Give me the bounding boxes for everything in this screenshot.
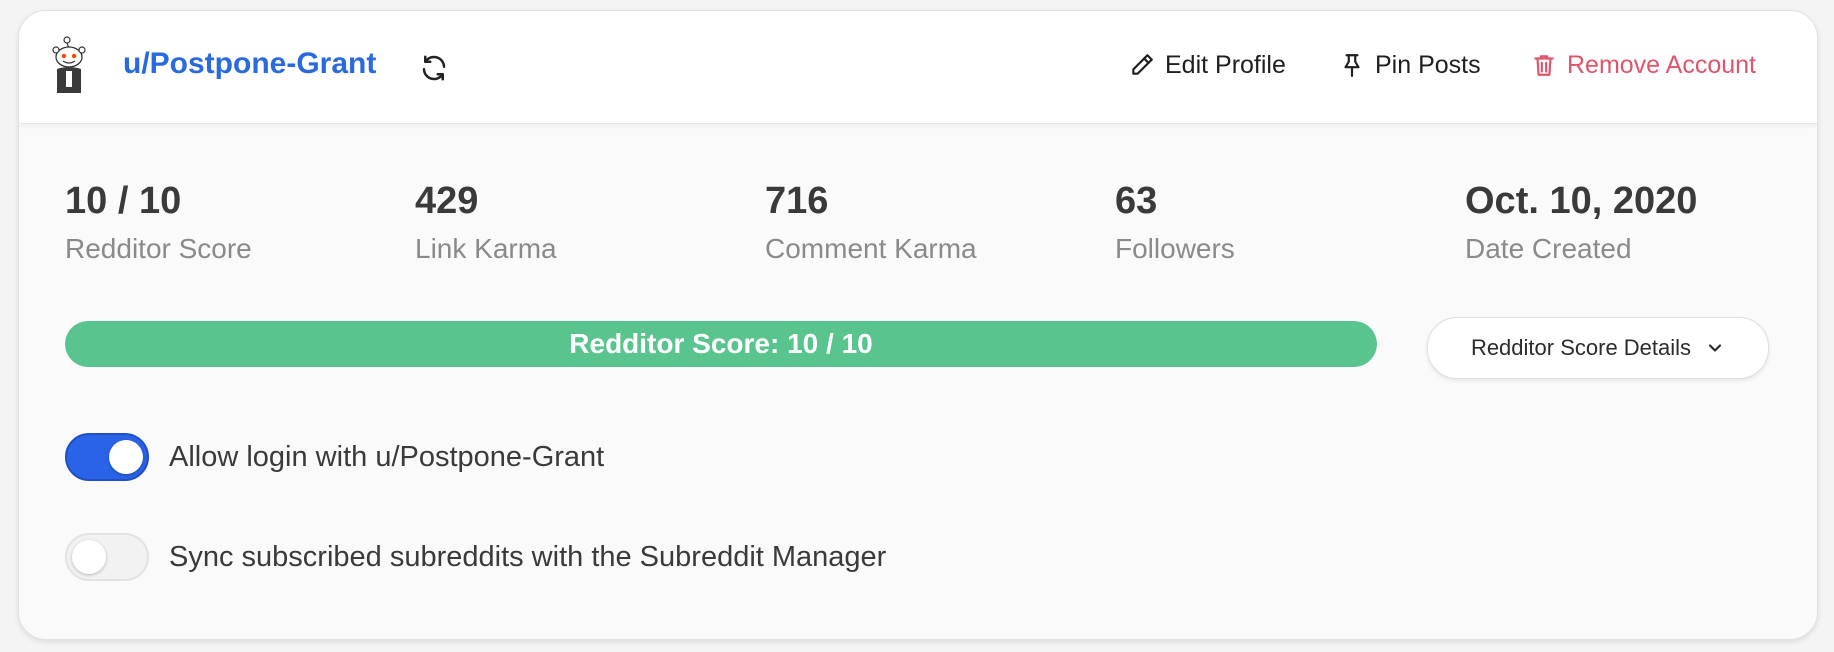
stat-label: Redditor Score [65, 233, 252, 264]
edit-profile-button[interactable]: Edit Profile [1129, 45, 1286, 85]
stat-value: Oct. 10, 2020 [1465, 180, 1698, 222]
pin-posts-label: Pin Posts [1375, 50, 1481, 79]
avatar [52, 36, 86, 93]
stat-link-karma: 429 Link Karma [415, 179, 557, 269]
refresh-icon[interactable] [419, 53, 449, 83]
pencil-icon [1132, 54, 1153, 75]
allow-login-toggle[interactable] [65, 433, 149, 481]
sync-subreddits-label: Sync subscribed subreddits with the Subr… [169, 540, 887, 573]
remove-account-button[interactable]: Remove Account [1531, 45, 1756, 85]
stat-label: Link Karma [415, 233, 557, 264]
stat-date-created: Oct. 10, 2020 Date Created [1465, 179, 1697, 269]
redditor-score-details-button[interactable]: Redditor Score Details [1427, 317, 1769, 379]
trash-icon [1534, 55, 1554, 76]
sync-subreddits-toggle[interactable] [65, 533, 149, 581]
stat-label: Comment Karma [765, 233, 977, 264]
stat-redditor-score: 10 / 10 Redditor Score [65, 179, 252, 269]
stat-label: Followers [1115, 233, 1235, 264]
stat-followers: 63 Followers [1115, 179, 1235, 269]
toggle-knob [72, 540, 106, 574]
stat-value: 429 [415, 180, 479, 222]
details-button-label: Redditor Score Details [1470, 335, 1692, 360]
pin-icon [1344, 54, 1360, 77]
stat-value: 63 [1115, 180, 1158, 222]
stat-value: 10 / 10 [65, 180, 182, 222]
chevron-down-icon [1708, 344, 1722, 352]
stat-comment-karma: 716 Comment Karma [765, 179, 977, 269]
pin-posts-button[interactable]: Pin Posts [1339, 45, 1481, 85]
allow-login-label: Allow login with u/Postpone-Grant [169, 440, 605, 473]
stat-value: 716 [765, 180, 829, 222]
allow-login-row: Allow login with u/Postpone-Grant [65, 433, 604, 481]
sync-subreddits-row: Sync subscribed subreddits with the Subr… [65, 533, 886, 581]
stat-label: Date Created [1465, 233, 1632, 264]
redditor-score-progress-bar: Redditor Score: 10 / 10 [65, 321, 1377, 367]
remove-account-label: Remove Account [1567, 50, 1756, 79]
account-header: u/Postpone-Grant Edit Profile Pin Posts [19, 11, 1817, 124]
toggle-knob [109, 440, 143, 474]
account-card: u/Postpone-Grant Edit Profile Pin Posts [18, 10, 1818, 640]
progress-label: Redditor Score: 10 / 10 [569, 328, 873, 359]
username-link[interactable]: u/Postpone-Grant [123, 47, 376, 81]
edit-profile-label: Edit Profile [1165, 50, 1286, 79]
